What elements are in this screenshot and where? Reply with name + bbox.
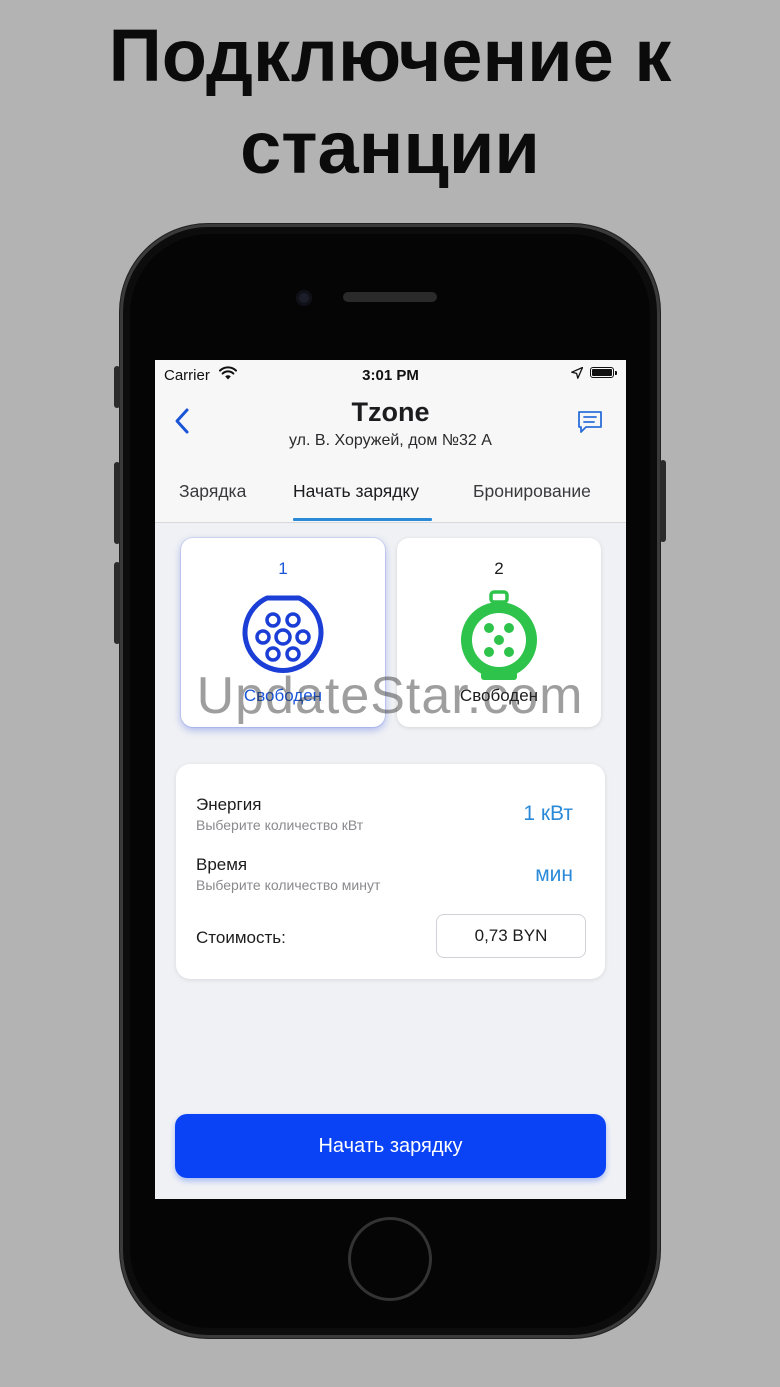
energy-hint: Выберите количество кВт — [196, 817, 364, 833]
front-camera — [296, 290, 312, 306]
time-hint: Выберите количество минут — [196, 877, 381, 893]
connector-status: Свободен — [459, 686, 539, 705]
type1-plug-icon — [461, 590, 537, 680]
phone-mute-switch — [114, 366, 120, 408]
connector-status: Свободен — [243, 686, 323, 705]
energy-value[interactable]: 1 кВт — [523, 802, 573, 826]
headline-line-1: Подключение к — [108, 14, 672, 97]
tab-booking[interactable]: Бронирование — [473, 481, 591, 502]
energy-label: Энергия — [196, 795, 262, 814]
active-tab-indicator — [293, 518, 432, 521]
chat-icon[interactable] — [577, 410, 603, 434]
headline-line-2: станции — [240, 106, 540, 189]
time-label: Время — [196, 855, 248, 874]
tab-start-charging[interactable]: Начать зарядку — [293, 481, 419, 502]
station-address: ул. В. Хоружей, дом №32 А — [289, 432, 492, 449]
phone-volume-up — [114, 462, 120, 544]
cost-label: Стоимость: — [196, 928, 286, 947]
cost-field: 0,73 BYN — [436, 914, 586, 958]
app-screen: Carrier 3:01 PM Tzone ул. В. Хоружей, до… — [155, 360, 626, 1199]
location-arrow-icon — [571, 367, 583, 379]
status-bar: Carrier 3:01 PM — [155, 360, 626, 388]
battery-icon — [590, 367, 617, 378]
charging-form-card: Энергия Выберите количество кВт 1 кВт Вр… — [176, 764, 605, 979]
connector-number: 2 — [494, 559, 504, 578]
station-title: Tzone — [351, 397, 430, 427]
connector-number: 1 — [278, 559, 288, 578]
phone-volume-down — [114, 562, 120, 644]
phone-power-button — [660, 460, 666, 542]
start-charging-button[interactable]: Начать зарядку — [175, 1114, 606, 1178]
home-button[interactable] — [348, 1217, 432, 1301]
navigation-header: Tzone ул. В. Хоружей, дом №32 А Зарядка … — [155, 388, 626, 523]
status-time: 3:01 PM — [362, 367, 419, 384]
type2-plug-icon — [242, 595, 324, 673]
tab-charging[interactable]: Зарядка — [179, 481, 246, 502]
earpiece-speaker — [343, 292, 437, 302]
headline: Подключение к станции — [0, 10, 780, 194]
connector-card-1[interactable]: 1 Свободен — [181, 538, 385, 727]
time-value[interactable]: мин — [535, 863, 573, 887]
connector-card-2[interactable]: 2 Свободен — [397, 538, 601, 727]
